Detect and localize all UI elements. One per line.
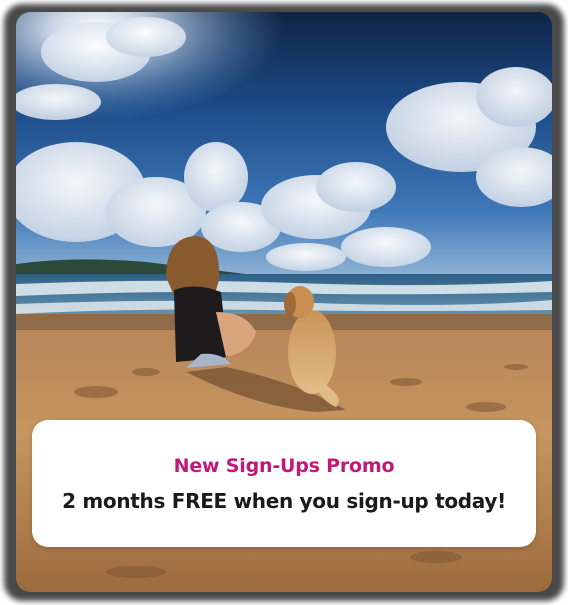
promo-title: New Sign-Ups Promo	[173, 454, 395, 477]
promo-card[interactable]: New Sign-Ups Promo 2 months FREE when yo…	[16, 12, 552, 592]
promo-message: 2 months FREE when you sign-up today!	[62, 488, 506, 513]
promo-banner[interactable]: New Sign-Ups Promo 2 months FREE when yo…	[32, 420, 536, 547]
